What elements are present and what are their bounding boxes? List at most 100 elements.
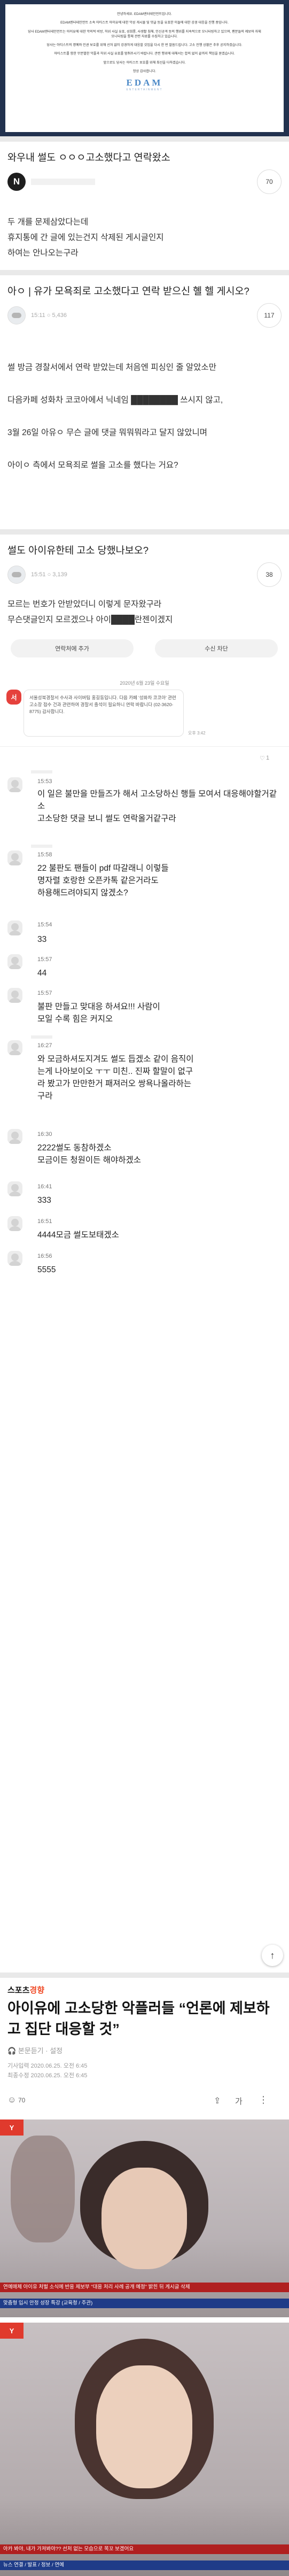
author-meta bbox=[31, 179, 95, 185]
sender-avatar: 서 bbox=[6, 690, 21, 705]
comment-author bbox=[28, 1034, 52, 1039]
avatar bbox=[7, 1181, 22, 1196]
post-body-line: 휴지통에 간 글에 있는건지 삭제된 게시글인지 bbox=[7, 233, 164, 242]
comment-author bbox=[28, 769, 52, 774]
photo-inset bbox=[11, 2136, 75, 2242]
post-body-line: 하여는 안나오는구라 bbox=[7, 249, 79, 258]
edam-logo: EDAM bbox=[126, 78, 163, 88]
font-size-tool[interactable]: 가 bbox=[235, 2095, 243, 2107]
comment-item[interactable]: 16:56 5555 bbox=[0, 1246, 289, 1278]
comment-author bbox=[28, 843, 52, 848]
post-meta: 15:11 ○ 5,436 bbox=[31, 312, 67, 319]
more-icon[interactable]: ⋮ bbox=[259, 2094, 268, 2106]
share-icon[interactable]: ⇪ bbox=[214, 2095, 221, 2106]
post-body-line: 썰 방금 경찰서에서 연락 받았는데 처음엔 피싱인 줄 알았소만 bbox=[7, 363, 216, 372]
comment-item[interactable]: 15:53 이 일은 불만을 만들즈가 해서 고소당하신 행들 모여서 대응해야… bbox=[0, 765, 289, 840]
comment-text: 33 bbox=[37, 935, 47, 944]
comment-item[interactable]: 15:54 33 bbox=[0, 915, 289, 947]
news-brand-prefix: 스포츠 bbox=[7, 1986, 30, 1995]
block-button[interactable]: 수신 차단 bbox=[155, 639, 278, 657]
avatar bbox=[7, 1040, 22, 1055]
comment-time: 15:53 bbox=[37, 778, 52, 785]
news-ticker: 뉴스 연결 / 발표 / 정보 / 연예 bbox=[0, 2560, 289, 2570]
add-contact-button[interactable]: 연락처에 추가 bbox=[11, 639, 134, 657]
channel-logo: Y bbox=[0, 2323, 24, 2339]
notice-paragraph: 당사는 아티스트의 명예와 인권 보호를 위해 선처 없이 강경하게 대응할 것… bbox=[46, 43, 243, 48]
comment-time: 15:57 bbox=[37, 956, 52, 963]
post-title[interactable]: 썰도 아이유한테 고소 당했나보오? bbox=[0, 535, 289, 558]
chat-blank-area bbox=[0, 1283, 289, 1940]
post-card[interactable]: 아ㅇ | 유가 모욕죄로 고소했다고 연락 받으신 혤 헬 게시오? 15:11… bbox=[0, 275, 289, 529]
post-body-line: 다음카페 성화차 코코아에서 닉네임 ████████ 쓰시지 않고, bbox=[7, 396, 223, 405]
post-card[interactable]: 썰도 아이유한테 고소 당했나보오? 15:51 ○ 3,139 38 모르는 … bbox=[0, 535, 289, 625]
divider bbox=[0, 270, 289, 275]
comment-text: 불판 만들고 맞대응 하셔요!!! 사람이 모일 수록 힘은 커지오 bbox=[37, 1002, 160, 1024]
comment-time: 15:57 bbox=[37, 990, 52, 996]
notice-paragraph: EDAM엔터테인먼트 소속 아티스트 아이유에 대한 악성 게시물 및 댓글 등… bbox=[60, 21, 229, 25]
comment-item[interactable]: 16:27 와 모금하셔도지겨도 썰도 듭겠소 같이 음직이 는게 나아보이오 … bbox=[0, 1033, 289, 1118]
chat-date: 2020년 6월 23일 수요일 bbox=[120, 680, 169, 686]
avatar bbox=[7, 920, 22, 935]
avatar bbox=[7, 1129, 22, 1144]
comment-item[interactable]: 16:41 333 bbox=[0, 1176, 289, 1208]
avatar-icon bbox=[12, 313, 21, 318]
comment-time: 16:27 bbox=[37, 1042, 52, 1049]
notice-paragraph: 당사 EDAM엔터테인먼트는 아이유에 대한 악의적 비방, 허위 사실 유포,… bbox=[28, 29, 261, 38]
news-brand: 스포츠경향 bbox=[7, 1984, 44, 1995]
notice-paragraph: 안녕하세요. EDAM엔터테인먼트입니다. bbox=[117, 12, 172, 16]
comment-item[interactable]: 15:58 22 불판도 팬들이 pdf 따갈래니 이렇들 명자렬 호랑한 오픈… bbox=[0, 842, 289, 911]
avatar bbox=[7, 777, 22, 792]
comment-item[interactable]: 16:30 2222썰도 동참하겠소 모금이든 청원이든 해야하겠소 bbox=[0, 1124, 289, 1172]
person-face bbox=[96, 2365, 192, 2488]
person-face bbox=[101, 2168, 187, 2269]
heart-icon[interactable]: ♡ bbox=[260, 755, 265, 762]
like-count[interactable]: 1 bbox=[266, 755, 269, 761]
avatar: N bbox=[7, 173, 26, 191]
listen-setting[interactable]: 🎧 본문듣기 · 설정 bbox=[7, 2045, 63, 2055]
comment-item[interactable]: 15:57 불판 만들고 맞대응 하셔요!!! 사람이 모일 수록 힘은 커지오 bbox=[0, 983, 289, 1031]
avatar bbox=[7, 988, 22, 1003]
post-body-line: 무슨댓글인지 모르겠으나 아이████란젠이겠지 bbox=[7, 615, 173, 624]
reply-count-badge[interactable]: 70 bbox=[257, 169, 282, 194]
edam-notice-image: 안녕하세요. EDAM엔터테인먼트입니다. EDAM엔터테인먼트 소속 아티스트… bbox=[0, 0, 289, 136]
news-video-still: Y bbox=[0, 2323, 289, 2576]
reaction-count[interactable]: 70 bbox=[18, 2097, 25, 2104]
channel-logo: Y bbox=[0, 2119, 24, 2136]
comment-text: 44 bbox=[37, 969, 47, 978]
divider bbox=[0, 136, 289, 142]
comment-item[interactable]: 15:57 44 bbox=[0, 949, 289, 981]
notice-paragraph: 항상 감사합니다. bbox=[132, 69, 157, 74]
news-brand-suffix: 경향 bbox=[29, 1986, 45, 1995]
comment-item[interactable]: 16:51 4444모금 썰도보태겠소 bbox=[0, 1211, 289, 1243]
notice-paragraph: 아티스트를 향한 무분별한 악플과 허위 사실 유포를 멈춰주시기 바랍니다. … bbox=[54, 52, 235, 56]
arrow-up-icon: ↑ bbox=[270, 1950, 275, 1961]
avatar-icon bbox=[12, 572, 21, 577]
post-title[interactable]: 아ㅇ | 유가 모욕죄로 고소했다고 연락 받으신 혤 헬 게시오? bbox=[0, 275, 289, 299]
comment-text: 5555 bbox=[37, 1265, 56, 1274]
divider bbox=[0, 746, 289, 747]
notice-paragraph: 앞으로도 당사는 아티스트 보호를 위해 최선을 다하겠습니다. bbox=[103, 60, 186, 65]
divider bbox=[0, 529, 289, 535]
news-caption: 아카 봐야, 내가 가져봐야?? 선처 없는 모습으로 목꼬 보겠어요 bbox=[0, 2544, 289, 2554]
reply-count-badge[interactable]: 38 bbox=[257, 562, 282, 587]
scroll-top-button[interactable]: ↑ bbox=[262, 1945, 283, 1966]
comment-time: 16:51 bbox=[37, 1218, 52, 1225]
comment-text: 333 bbox=[37, 1196, 51, 1205]
avatar bbox=[7, 850, 22, 865]
reply-count-badge[interactable]: 117 bbox=[257, 303, 282, 328]
avatar bbox=[7, 566, 26, 584]
news-ticker: 맞춤형 입시 안정 성장 특강 (교육청 / 주관) bbox=[0, 2299, 289, 2308]
avatar bbox=[7, 1251, 22, 1266]
reaction-icon[interactable]: ☺ bbox=[7, 2095, 16, 2105]
article-toolbar: ☺ 70 ⇪ 가 ⋮ bbox=[0, 2090, 289, 2114]
post-title[interactable]: 와우내 썰도 ㅇㅇㅇ고소했다고 연락왔소 bbox=[0, 142, 289, 165]
avatar bbox=[7, 306, 26, 324]
post-card[interactable]: 와우내 썰도 ㅇㅇㅇ고소했다고 연락왔소 N 70 두 개를 문제삼았다는데 휴… bbox=[0, 142, 289, 270]
comment-text: 2222썰도 동참하겠소 모금이든 청원이든 해야하겠소 bbox=[37, 1143, 141, 1165]
sms-time: 오후 3:42 bbox=[188, 731, 206, 736]
post-body-line: 모르는 번호가 안받았더니 이렇게 문자왔구라 bbox=[7, 600, 162, 609]
edam-logo-sub: ENTERTAINMENT bbox=[126, 88, 163, 92]
sms-bubble: 서울성북경찰서 수사과 사이버팀 홍길동입니다. 다음 카페 '성화차 코코아'… bbox=[24, 690, 184, 737]
comment-text: 4444모금 썰도보태겠소 bbox=[37, 1231, 119, 1240]
avatar bbox=[7, 954, 22, 969]
